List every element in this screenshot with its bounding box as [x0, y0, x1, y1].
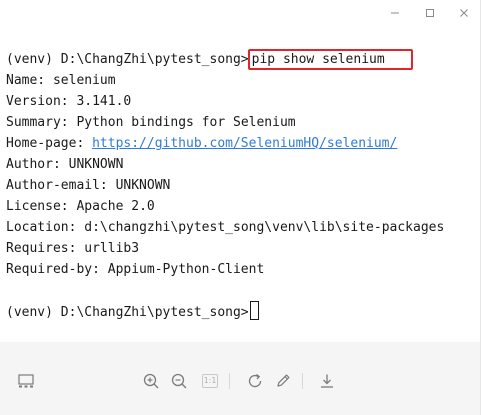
- field-value: Appium-Python-Client: [107, 262, 265, 277]
- field-value: Apache 2.0: [76, 199, 155, 214]
- output-line-version: Version: 3.141.0: [6, 91, 131, 112]
- field-label: Home-page:: [6, 136, 93, 151]
- image-viewer-window: (venv) D:\ChangZhi\pytest_song> pip show …: [0, 0, 481, 415]
- field-label: Version:: [6, 94, 77, 109]
- field-label: License:: [6, 199, 77, 214]
- toolbar-divider: [302, 373, 303, 389]
- field-value: UNKNOWN: [68, 157, 124, 172]
- output-line-name: Name: selenium: [6, 70, 116, 91]
- close-icon: [460, 9, 468, 17]
- maximize-button[interactable]: [421, 4, 439, 22]
- toolbar-divider: [229, 373, 230, 389]
- field-value: 3.141.0: [76, 94, 132, 109]
- layout-button[interactable]: [16, 371, 36, 391]
- maximize-icon: [426, 9, 434, 17]
- prompt-line: (venv) D:\ChangZhi\pytest_song>: [6, 301, 259, 322]
- field-label: Location:: [6, 220, 85, 235]
- terminal-output: (venv) D:\ChangZhi\pytest_song> pip show …: [0, 42, 480, 342]
- download-button[interactable]: [317, 371, 337, 391]
- zoom-in-button[interactable]: [141, 371, 161, 391]
- actual-size-button[interactable]: 1:1: [200, 371, 220, 391]
- field-value: Python bindings for Selenium: [76, 115, 296, 130]
- edit-icon: [277, 374, 290, 387]
- output-line-location: Location: d:\changzhi\pytest_song\venv\l…: [6, 217, 444, 238]
- homepage-link[interactable]: https://github.com/SeleniumHQ/selenium/: [92, 136, 397, 151]
- actual-size-icon: 1:1: [202, 374, 218, 388]
- field-value: selenium: [52, 73, 116, 88]
- title-bar: [0, 0, 480, 26]
- field-value: urllib3: [84, 241, 140, 256]
- text-cursor: [249, 301, 259, 320]
- output-line-required-by: Required-by: Appium-Python-Client: [6, 259, 264, 280]
- output-line-homepage: Home-page: https://github.com/SeleniumHQ…: [6, 133, 397, 154]
- rotate-icon: [248, 373, 262, 388]
- zoom-in-icon: [143, 373, 159, 389]
- zoom-out-icon: [171, 373, 187, 389]
- field-label: Required-by:: [6, 262, 108, 277]
- field-label: Author-email:: [6, 178, 116, 193]
- output-line-author-email: Author-email: UNKNOWN: [6, 175, 170, 196]
- field-label: Name:: [6, 73, 53, 88]
- rotate-button[interactable]: [245, 371, 265, 391]
- prompt-text: (venv) D:\ChangZhi\pytest_song>: [6, 305, 249, 320]
- field-label: Requires:: [6, 241, 85, 256]
- viewer-toolbar: 1:1: [0, 342, 480, 415]
- minimize-button[interactable]: [386, 4, 404, 22]
- output-line-license: License: Apache 2.0: [6, 196, 155, 217]
- edit-button[interactable]: [273, 371, 293, 391]
- download-icon: [321, 374, 333, 388]
- command-text: pip show selenium: [251, 52, 385, 67]
- output-line-author: Author: UNKNOWN: [6, 154, 123, 175]
- zoom-out-button[interactable]: [169, 371, 189, 391]
- close-button[interactable]: [455, 4, 473, 22]
- layout-icon: [18, 374, 34, 388]
- prompt-text: (venv) D:\ChangZhi\pytest_song>: [6, 52, 249, 67]
- minimize-icon: [391, 12, 399, 14]
- output-line-summary: Summary: Python bindings for Selenium: [6, 112, 296, 133]
- command-line: (venv) D:\ChangZhi\pytest_song> pip show …: [6, 49, 413, 70]
- field-label: Author:: [6, 157, 69, 172]
- output-line-requires: Requires: urllib3: [6, 238, 139, 259]
- field-label: Summary:: [6, 115, 77, 130]
- field-value: d:\changzhi\pytest_song\venv\lib\site-pa…: [84, 220, 445, 235]
- field-value: UNKNOWN: [115, 178, 171, 193]
- highlighted-command: pip show selenium: [247, 49, 413, 70]
